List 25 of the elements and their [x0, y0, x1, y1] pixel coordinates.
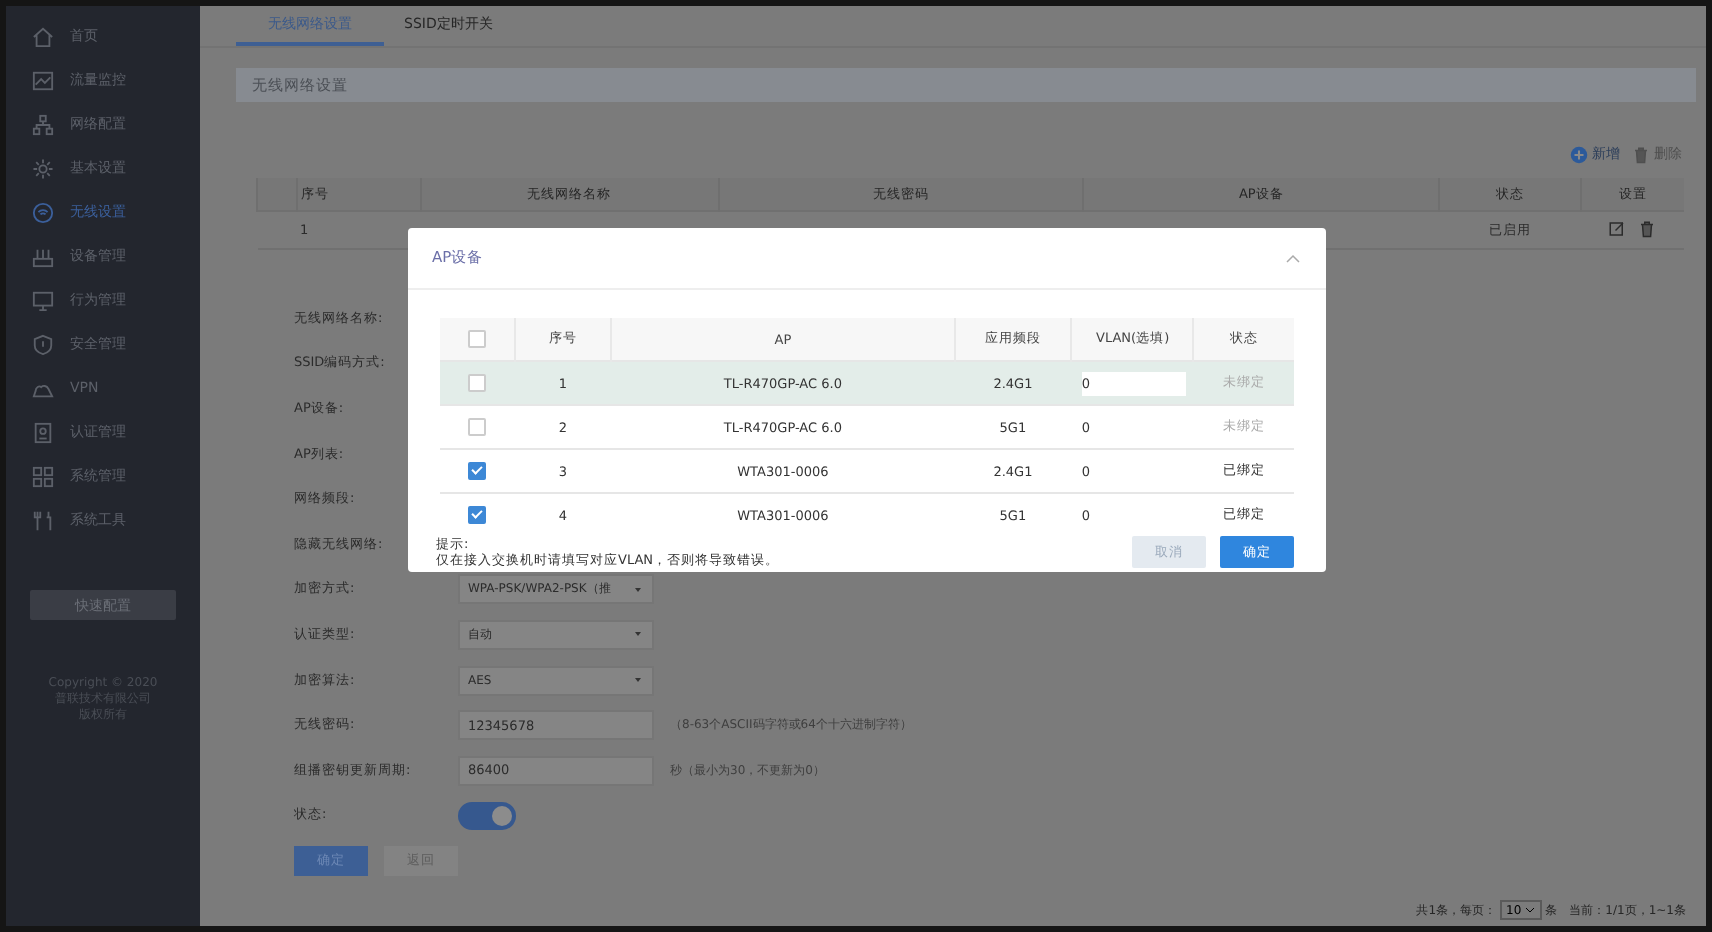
caret-icon: [632, 628, 644, 641]
router-icon: [32, 245, 54, 267]
toggle-switch[interactable]: [458, 801, 516, 830]
row-checkbox[interactable]: [468, 418, 487, 436]
caret-icon: [632, 583, 644, 596]
trash-icon: [1638, 219, 1657, 237]
row-checkbox[interactable]: [468, 374, 487, 392]
badge-icon: [32, 421, 54, 443]
chart-icon: [32, 69, 54, 91]
network-icon: [32, 113, 54, 135]
grid-icon: [32, 465, 54, 487]
caret-icon: [632, 674, 644, 687]
plus-circle-icon: [1570, 145, 1588, 163]
home-icon: [32, 25, 54, 47]
gear-icon: [32, 157, 54, 179]
tools-icon: [32, 509, 54, 531]
row-checkbox[interactable]: [468, 506, 487, 524]
trash-icon: [1632, 145, 1650, 163]
chevron-icon: [1523, 904, 1536, 916]
wifi-icon: [32, 201, 54, 223]
monitor-icon: [32, 289, 54, 311]
edit-icon: [1608, 219, 1627, 237]
select-all-checkbox[interactable]: [467, 330, 486, 348]
row-checkbox[interactable]: [468, 462, 487, 480]
shield-icon: [32, 333, 54, 355]
